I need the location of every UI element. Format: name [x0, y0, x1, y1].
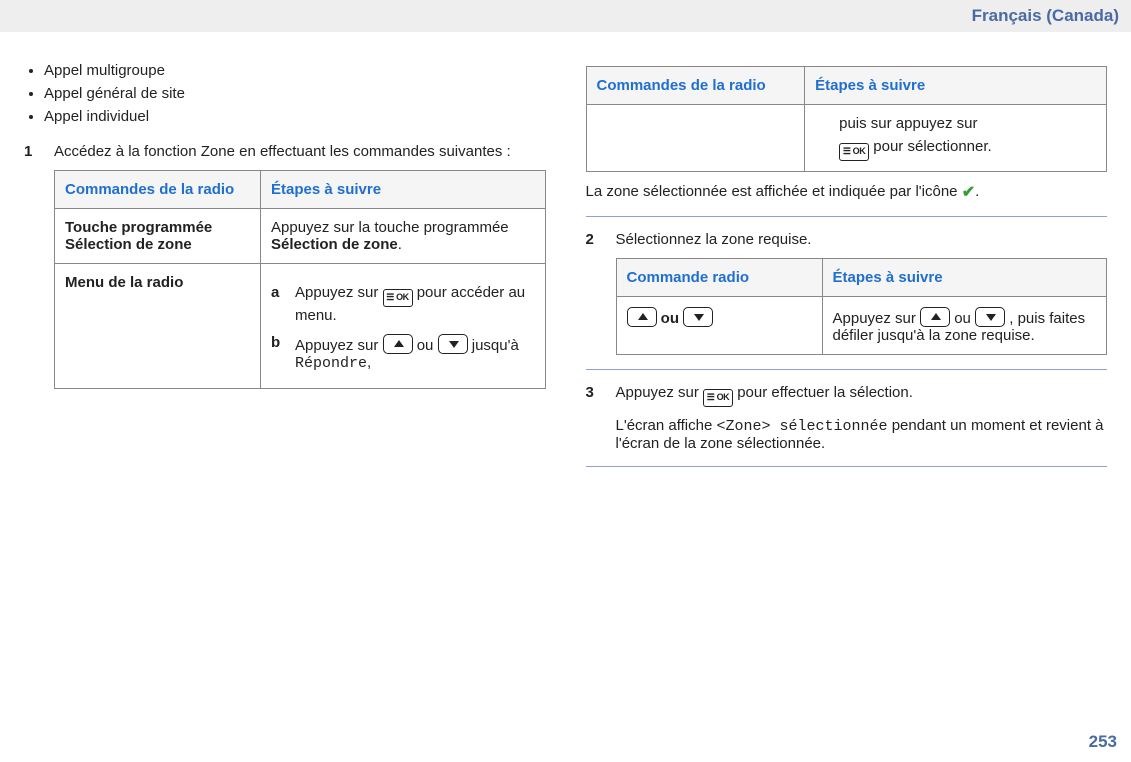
- divider: [586, 466, 1108, 467]
- mono-text: Répondre: [295, 355, 367, 372]
- table-header: Étapes à suivre: [822, 259, 1107, 297]
- table-header: Commandes de la radio: [55, 171, 261, 209]
- text: .: [398, 236, 402, 253]
- text: Appuyez sur la touche programmée: [271, 219, 509, 236]
- text: pour effectuer la sélection.: [737, 384, 913, 401]
- commands-table-1: Commandes de la radio Étapes à suivre To…: [54, 170, 546, 389]
- text: Appuyez sur: [833, 310, 921, 327]
- table-header: Commandes de la radio: [586, 67, 805, 105]
- step-number: 3: [586, 384, 600, 452]
- step-number: 1: [24, 143, 38, 389]
- commands-table-2: Commande radio Étapes à suivre ou Appuye…: [616, 258, 1108, 355]
- table-header: Étapes à suivre: [261, 171, 546, 209]
- table-cell: Appuyez sur la touche programmée Sélecti…: [261, 209, 546, 264]
- ok-button-icon: ☰ OK: [839, 143, 869, 161]
- step-2-text: Sélectionnez la zone requise.: [616, 231, 1108, 248]
- table-header: Commande radio: [616, 259, 822, 297]
- table-cell: Menu de la radio: [55, 264, 261, 389]
- text: puis sur appuyez sur: [839, 115, 1096, 132]
- table-cell: Appuyez sur ou , puis faites défiler jus…: [822, 297, 1107, 355]
- list-item: Appel multigroupe: [44, 62, 546, 79]
- ok-button-icon: ☰ OK: [703, 389, 733, 407]
- substep-a-text: Appuyez sur ☰ OK pour accéder au menu.: [295, 284, 535, 324]
- text: L'écran affiche: [616, 417, 717, 434]
- table-cell: Touche programmée Sélection de zone: [55, 209, 261, 264]
- text: Appuyez sur: [295, 337, 383, 354]
- text: pour sélectionner.: [873, 138, 991, 155]
- text-bold: Sélection de zone: [271, 236, 398, 253]
- text: jusqu'à: [472, 337, 519, 354]
- text: Appuyez sur: [295, 284, 383, 301]
- table-cell-empty: [586, 105, 805, 172]
- left-column: Appel multigroupe Appel général de site …: [24, 56, 546, 481]
- divider: [586, 216, 1108, 217]
- substep-letter: b: [271, 334, 285, 372]
- zone-selected-note: La zone sélectionnée est affichée et ind…: [586, 182, 1108, 202]
- text-bold: ou: [661, 310, 684, 327]
- text: ou: [417, 337, 438, 354]
- text: .: [975, 183, 979, 200]
- list-item: Appel général de site: [44, 85, 546, 102]
- step-3: 3 Appuyez sur ☰ OK pour effectuer la sél…: [586, 384, 1108, 452]
- ok-button-icon: ☰ OK: [383, 289, 413, 307]
- step-number: 2: [586, 231, 600, 355]
- substep-b-text: Appuyez sur ou jusqu'à Répondre,: [295, 334, 535, 372]
- text: ,: [367, 354, 371, 371]
- arrow-down-icon: [975, 307, 1005, 327]
- step-3-line-1: Appuyez sur ☰ OK pour effectuer la sélec…: [616, 384, 1108, 407]
- arrow-up-icon: [383, 334, 413, 354]
- step-3-line-2: L'écran affiche <Zone> sélectionnée pend…: [616, 417, 1108, 452]
- arrow-down-icon: [438, 334, 468, 354]
- text: ou: [954, 310, 975, 327]
- list-item: Appel individuel: [44, 108, 546, 125]
- text: La zone sélectionnée est affichée et ind…: [586, 183, 962, 200]
- arrow-up-icon: [920, 307, 950, 327]
- substep-letter: a: [271, 284, 285, 324]
- step-1-text: Accédez à la fonction Zone en effectuant…: [54, 143, 546, 160]
- table-cell: ou: [616, 297, 822, 355]
- checkmark-icon: ✔: [962, 182, 975, 202]
- call-type-list: Appel multigroupe Appel général de site …: [44, 62, 546, 125]
- table-cell: puis sur appuyez sur ☰ OK pour sélection…: [805, 105, 1107, 172]
- table-cell: a Appuyez sur ☰ OK pour accéder au menu.…: [261, 264, 546, 389]
- text: Appuyez sur: [616, 384, 704, 401]
- right-column: Commandes de la radio Étapes à suivre pu…: [586, 56, 1108, 481]
- mono-text: <Zone> sélectionnée: [717, 418, 888, 435]
- arrow-up-icon: [627, 307, 657, 327]
- step-1: 1 Accédez à la fonction Zone en effectua…: [24, 143, 546, 389]
- table-header: Étapes à suivre: [805, 67, 1107, 105]
- commands-table-1-cont: Commandes de la radio Étapes à suivre pu…: [586, 66, 1108, 172]
- step-2: 2 Sélectionnez la zone requise. Commande…: [586, 231, 1108, 355]
- divider: [586, 369, 1108, 370]
- page-number: 253: [1089, 732, 1117, 752]
- arrow-down-icon: [683, 307, 713, 327]
- page-header-language: Français (Canada): [0, 0, 1131, 32]
